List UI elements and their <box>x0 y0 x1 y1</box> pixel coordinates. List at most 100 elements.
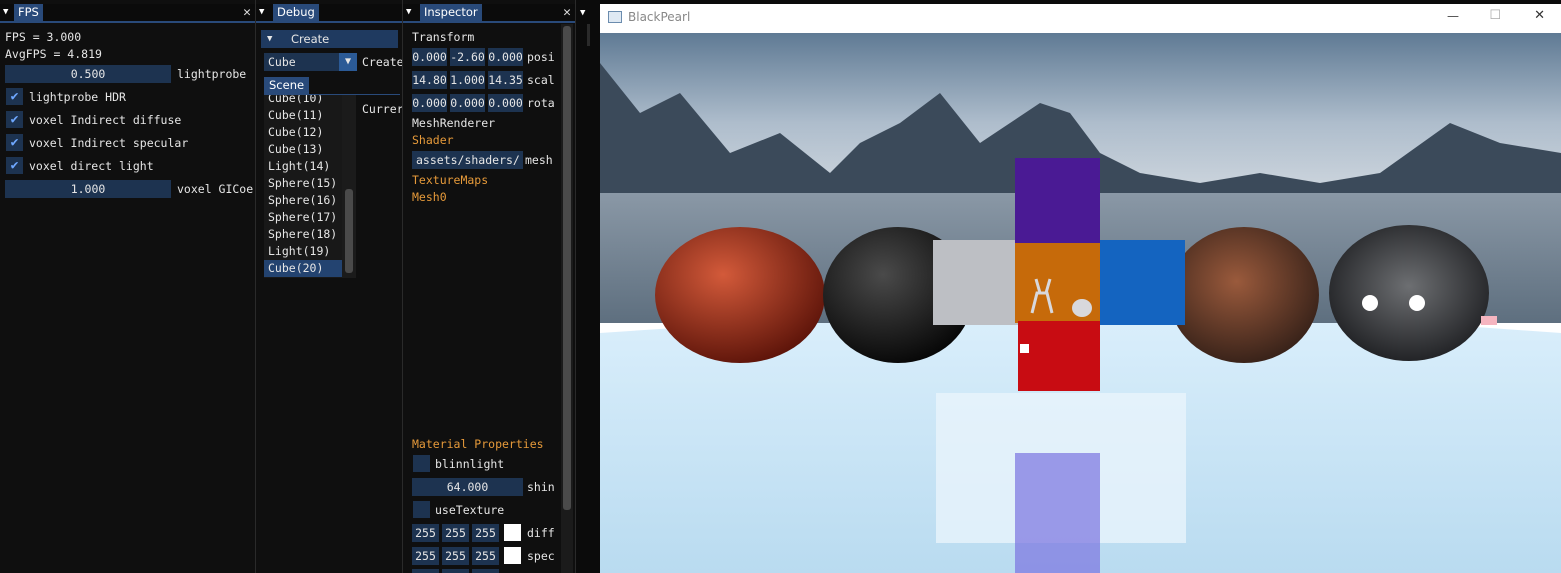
lightprobe-slider[interactable]: 0.500 <box>5 65 171 83</box>
glass-sphere <box>1329 225 1489 361</box>
create-button[interactable]: Create <box>362 53 402 71</box>
partial-field[interactable] <box>412 569 439 573</box>
inspector-scrollbar[interactable] <box>561 24 573 573</box>
specular-g-field[interactable]: 255 <box>442 547 469 565</box>
scene-tab[interactable]: Scene <box>264 77 310 94</box>
rotation-label: rota <box>527 96 555 110</box>
scale-y-field[interactable]: 1.000 <box>450 71 485 89</box>
window-title: BlackPearl <box>628 10 691 24</box>
rotation-z-field[interactable]: 0.000 <box>488 94 523 112</box>
scale-z-field[interactable]: 14.35 <box>488 71 523 89</box>
scrollbar-thumb[interactable] <box>563 26 571 510</box>
blinnlight-label: blinnlight <box>435 457 505 471</box>
inspector-titlebar: ▼ Inspector ✕ <box>403 4 575 23</box>
current-label: Currer <box>362 102 402 116</box>
shader-label: Shader <box>412 133 454 147</box>
bunny-model <box>1072 299 1092 317</box>
meshrenderer-label: MeshRenderer <box>412 116 496 130</box>
lightprobe-hdr-label: lightprobe HDR <box>29 90 126 104</box>
diffuse-r-field[interactable]: 255 <box>412 524 439 542</box>
diffuse-b-field[interactable]: 255 <box>472 524 499 542</box>
voxel-indirect-diffuse-checkbox[interactable]: ✔ <box>6 111 23 128</box>
specular-color-swatch[interactable] <box>504 547 521 564</box>
checkmark-icon: ✔ <box>10 112 19 127</box>
chevron-down-icon: ▼ <box>339 53 357 71</box>
light-glow <box>1362 295 1378 311</box>
transform-label: Transform <box>412 30 475 44</box>
scrollbar-thumb[interactable] <box>345 189 353 273</box>
viewport-titlebar: BlackPearl — ☐ ✕ <box>600 4 1561 33</box>
avgfps-text: AvgFPS = 4.819 <box>5 47 102 61</box>
fps-tab[interactable]: FPS <box>14 4 43 21</box>
gicoeff-label: voxel GICoe <box>177 182 253 196</box>
partial-field[interactable] <box>442 569 469 573</box>
scene-list-scrollbar[interactable] <box>342 95 356 278</box>
dock-tab-stub: ▼ <box>580 8 586 18</box>
white-marker <box>1020 344 1029 353</box>
diffuse-color-swatch[interactable] <box>504 524 521 541</box>
diffuse-g-field[interactable]: 255 <box>442 524 469 542</box>
rust-sphere <box>1169 227 1319 363</box>
create-header[interactable]: ▼ Create <box>261 30 398 48</box>
lightprobe-hdr-checkbox[interactable]: ✔ <box>6 88 23 105</box>
mesh0-label[interactable]: Mesh0 <box>412 188 447 206</box>
partial-field[interactable] <box>472 569 499 573</box>
shader-suffix-label: mesh <box>525 153 553 167</box>
collapse-arrow-icon[interactable]: ▼ <box>259 5 269 19</box>
type-combo[interactable]: Cube ▼ <box>264 53 357 71</box>
grey-cube <box>933 240 1018 325</box>
maximize-icon[interactable]: ☐ <box>1489 8 1501 23</box>
checkmark-icon: ✔ <box>10 158 19 173</box>
close-icon[interactable]: ✕ <box>1534 8 1545 23</box>
debug-panel: ▼ Debug ▼ Create Cube ▼ Create Scene Cub… <box>256 0 403 573</box>
create-header-label: Create <box>291 32 330 46</box>
fps-titlebar: ▼ FPS ✕ <box>0 4 255 23</box>
type-combo-value: Cube <box>268 55 296 69</box>
pink-marker <box>1481 316 1497 325</box>
collapse-arrow-icon: ▼ <box>267 34 273 44</box>
scale-x-field[interactable]: 14.80 <box>412 71 447 89</box>
debug-tab[interactable]: Debug <box>273 4 319 21</box>
red-sphere <box>655 227 825 363</box>
texturemaps-label[interactable]: TextureMaps <box>412 171 488 189</box>
specular-r-field[interactable]: 255 <box>412 547 439 565</box>
scale-label: scal <box>527 73 555 87</box>
purple-cube <box>1015 158 1100 243</box>
shininess-slider[interactable]: 64.000 <box>412 478 523 496</box>
position-y-field[interactable]: -2.60 <box>450 48 485 66</box>
shininess-label: shin <box>527 480 555 494</box>
checkmark-icon: ✔ <box>10 135 19 150</box>
checkmark-icon: ✔ <box>10 89 19 104</box>
voxel-indirect-specular-checkbox[interactable]: ✔ <box>6 134 23 151</box>
blue-cube <box>1100 240 1185 325</box>
blinnlight-checkbox[interactable] <box>413 455 430 472</box>
collapse-arrow-icon[interactable]: ▼ <box>406 5 416 19</box>
voxel-indirect-specular-label: voxel Indirect specular <box>29 136 189 150</box>
gicoeff-slider[interactable]: 1.000 <box>5 180 171 198</box>
inspector-tab[interactable]: Inspector <box>420 4 482 21</box>
material-properties-label: Material Properties <box>412 437 544 451</box>
dock-splitter[interactable] <box>587 24 590 46</box>
collapse-arrow-icon[interactable]: ▼ <box>3 5 13 19</box>
rotation-x-field[interactable]: 0.000 <box>412 94 447 112</box>
debug-titlebar: ▼ Debug <box>256 4 402 23</box>
diffuse-label: diff <box>527 526 555 540</box>
position-z-field[interactable]: 0.000 <box>488 48 523 66</box>
position-label: posi <box>527 50 555 64</box>
specular-b-field[interactable]: 255 <box>472 547 499 565</box>
position-x-field[interactable]: 0.000 <box>412 48 447 66</box>
close-icon[interactable]: ✕ <box>243 4 251 21</box>
purple-reflection <box>1015 453 1100 573</box>
rotation-y-field[interactable]: 0.000 <box>450 94 485 112</box>
minimize-icon[interactable]: — <box>1447 9 1459 23</box>
light-glow <box>1409 295 1425 311</box>
fps-panel: ▼ FPS ✕ FPS = 3.000 AvgFPS = 4.819 0.500… <box>0 0 256 573</box>
close-icon[interactable]: ✕ <box>563 4 571 21</box>
voxel-direct-light-checkbox[interactable]: ✔ <box>6 157 23 174</box>
shader-path-field[interactable]: assets/shaders/ <box>412 151 523 169</box>
voxel-direct-light-label: voxel direct light <box>29 159 154 173</box>
red-cube <box>1018 321 1100 391</box>
usetexture-checkbox[interactable] <box>413 501 430 518</box>
specular-label: spec <box>527 549 555 563</box>
render-viewport[interactable] <box>600 33 1561 573</box>
